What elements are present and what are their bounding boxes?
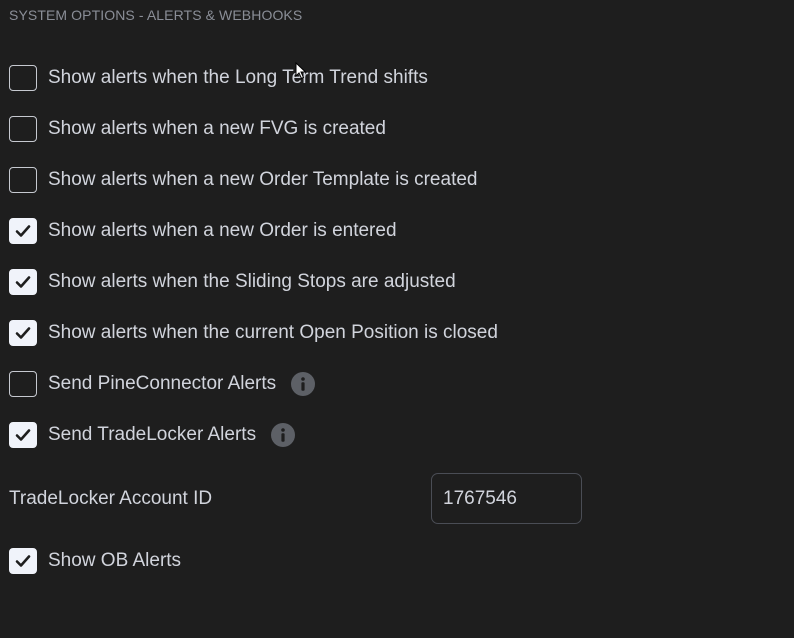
mouse-cursor-icon	[295, 62, 307, 80]
option-new-fvg[interactable]: Show alerts when a new FVG is created	[9, 115, 386, 143]
option-label: Show alerts when a new FVG is created	[48, 118, 386, 139]
option-pineconnector-alerts[interactable]: Send PineConnector Alerts	[9, 370, 316, 398]
option-label: Show alerts when the current Open Positi…	[48, 322, 498, 343]
option-open-position-closed[interactable]: Show alerts when the current Open Positi…	[9, 319, 498, 347]
option-label: Show alerts when the Long Term Trend shi…	[48, 67, 428, 88]
checkmark-icon	[15, 276, 31, 288]
option-ob-alerts[interactable]: Show OB Alerts	[9, 547, 181, 575]
info-icon[interactable]	[271, 423, 296, 447]
tradelocker-account-row: TradeLocker Account ID	[9, 473, 582, 524]
checkbox[interactable]	[9, 65, 37, 91]
checkmark-icon	[15, 327, 31, 339]
option-label: Send PineConnector Alerts	[48, 373, 277, 394]
option-label: Show alerts when the Sliding Stops are a…	[48, 271, 456, 292]
section-title: SYSTEM OPTIONS - ALERTS & WEBHOOKS	[9, 7, 303, 23]
option-label: Show alerts when a new Order is entered	[48, 220, 397, 241]
checkbox[interactable]	[9, 422, 37, 448]
checkbox[interactable]	[9, 371, 37, 397]
checkmark-icon	[15, 225, 31, 237]
checkbox[interactable]	[9, 320, 37, 346]
alerts-webhooks-panel: SYSTEM OPTIONS - ALERTS & WEBHOOKS Show …	[0, 0, 794, 638]
info-icon[interactable]	[291, 372, 316, 396]
option-new-order-entered[interactable]: Show alerts when a new Order is entered	[9, 217, 397, 245]
checkbox[interactable]	[9, 548, 37, 574]
option-label: Send TradeLocker Alerts	[48, 424, 257, 445]
tradelocker-account-input[interactable]	[431, 473, 582, 524]
option-label: Show alerts when a new Order Template is…	[48, 169, 478, 190]
option-sliding-stops-adjusted[interactable]: Show alerts when the Sliding Stops are a…	[9, 268, 456, 296]
checkbox[interactable]	[9, 116, 37, 142]
checkmark-icon	[15, 429, 31, 441]
checkmark-icon	[15, 555, 31, 567]
option-new-order-template[interactable]: Show alerts when a new Order Template is…	[9, 166, 477, 194]
option-label: Show OB Alerts	[48, 550, 182, 571]
tradelocker-account-label: TradeLocker Account ID	[9, 487, 213, 509]
checkbox[interactable]	[9, 269, 37, 295]
checkbox[interactable]	[9, 218, 37, 244]
option-tradelocker-alerts[interactable]: Send TradeLocker Alerts	[9, 421, 296, 449]
checkbox[interactable]	[9, 167, 37, 193]
option-long-term-trend[interactable]: Show alerts when the Long Term Trend shi…	[9, 64, 428, 92]
